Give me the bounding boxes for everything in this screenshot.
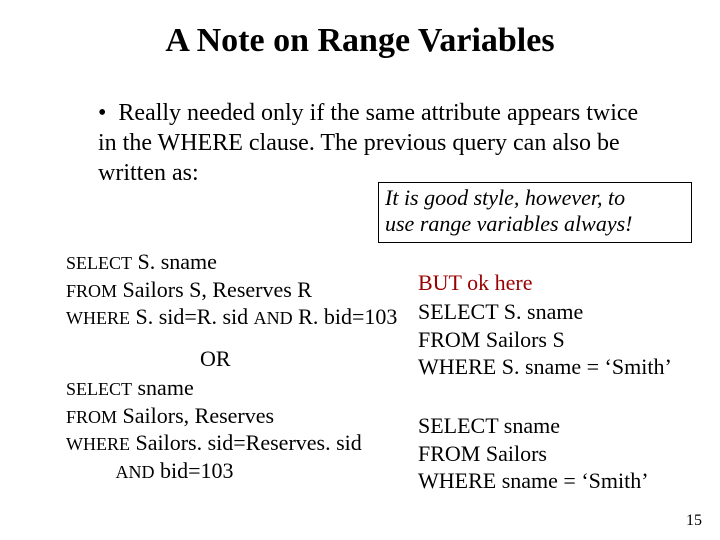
q2-where: Sailors. sid=Reserves. sid <box>130 430 362 455</box>
q4-line-2: FROM Sailors <box>418 441 547 466</box>
query-block-2: SELECT sname FROM Sailors, Reserves WHER… <box>66 374 362 484</box>
query-3-header: BUT ok here <box>418 270 532 296</box>
q4-line-3: WHERE sname = ‘Smith’ <box>418 468 649 493</box>
q4-line-1: SELECT sname <box>418 413 560 438</box>
keyword-where: WHERE <box>66 308 130 328</box>
q1-select: S. sname <box>132 249 217 274</box>
keyword-select: SELECT <box>66 379 132 399</box>
callout-line-2: use range variables always! <box>385 211 632 236</box>
q2-from: Sailors, Reserves <box>117 403 274 428</box>
bullet-marker: • <box>98 100 106 126</box>
keyword-from: FROM <box>66 407 117 427</box>
q2-select: sname <box>132 375 194 400</box>
keyword-select: SELECT <box>66 253 132 273</box>
keyword-and: AND <box>116 462 155 482</box>
q1-and: R. bid=103 <box>293 304 398 329</box>
slide: A Note on Range Variables • Really neede… <box>0 0 720 540</box>
or-label: OR <box>200 346 231 372</box>
keyword-and: AND <box>254 308 293 328</box>
query-block-1: SELECT S. sname FROM Sailors S, Reserves… <box>66 248 397 331</box>
keyword-from: FROM <box>66 281 117 301</box>
bullet-text: Really needed only if the same attribute… <box>98 100 638 186</box>
callout-box: It is good style, however, to use range … <box>378 182 692 243</box>
q1-from: Sailors S, Reserves R <box>117 277 312 302</box>
bullet-block: • Really needed only if the same attribu… <box>98 98 658 188</box>
slide-title: A Note on Range Variables <box>0 22 720 60</box>
q2-tail: bid=103 <box>155 458 234 483</box>
q3-line-2: FROM Sailors S <box>418 327 565 352</box>
page-number: 15 <box>686 512 702 530</box>
callout-line-1: It is good style, however, to <box>385 185 625 210</box>
q3-line-3: WHERE S. sname = ‘Smith’ <box>418 354 672 379</box>
q1-where: S. sid=R. sid <box>130 304 254 329</box>
query-block-4: SELECT sname FROM Sailors WHERE sname = … <box>418 412 649 495</box>
query-block-3: SELECT S. sname FROM Sailors S WHERE S. … <box>418 298 672 381</box>
keyword-where: WHERE <box>66 434 130 454</box>
q3-line-1: SELECT S. sname <box>418 299 583 324</box>
